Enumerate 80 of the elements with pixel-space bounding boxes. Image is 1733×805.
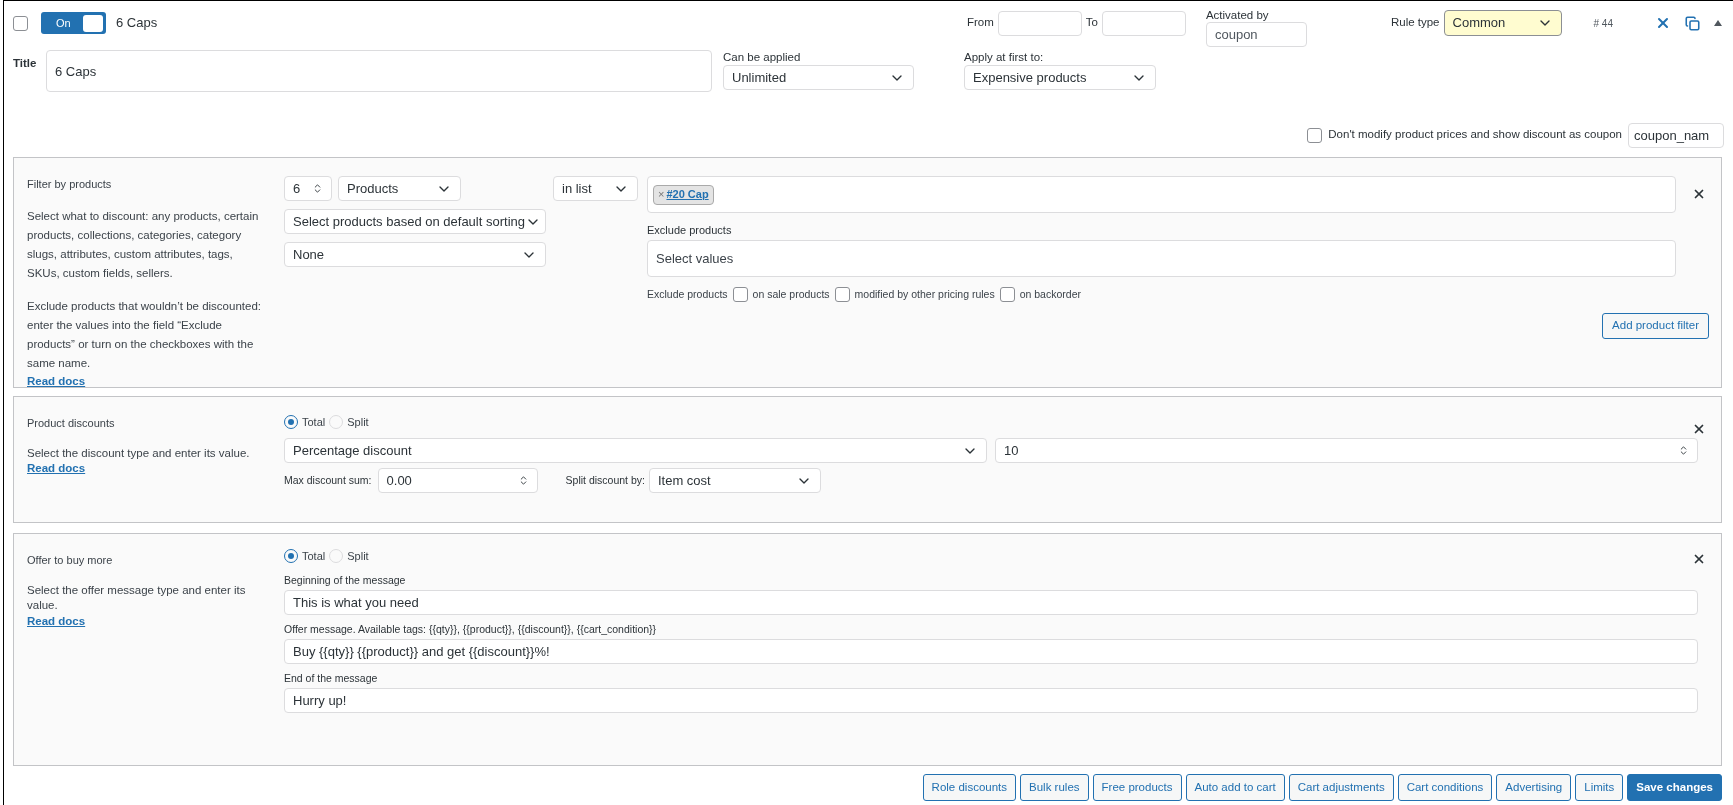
field-label: Beginning of the message [284, 573, 407, 587]
caret-up-icon[interactable] [1714, 20, 1722, 26]
operator-select[interactable]: in list [553, 176, 638, 201]
section-description: Select the offer message type and enter its value. [27, 582, 247, 613]
select-checkbox[interactable] [13, 15, 28, 31]
checkbox-label: on sale products [752, 287, 830, 302]
checkbox-label: on backorder [1019, 287, 1081, 302]
section-title: Product discounts [27, 416, 116, 431]
checkbox[interactable] [1307, 127, 1323, 143]
section-description: Exclude products that wouldn’t be discounted: enter the values into the field “Exclude products” or turn on the checkboxes with the same name. [27, 298, 262, 371]
exclude-checks-label: Exclude products [647, 287, 728, 302]
section-button[interactable]: Advertising [1496, 774, 1572, 801]
close-icon[interactable] [1692, 422, 1706, 436]
split-discount-label: Split discount by: [565, 472, 645, 488]
rule-name: 6 Caps [116, 14, 158, 32]
message-field[interactable]: Hurry up! [284, 688, 1698, 713]
products-tag-field[interactable]: × #20 Cap [647, 176, 1676, 213]
apply-at-first-label: Apply at first to: [964, 50, 1045, 65]
section-button[interactable]: Free products [1092, 774, 1182, 801]
activated-by-label: Activated by [1205, 7, 1270, 22]
checkbox[interactable] [999, 287, 1015, 303]
section-button[interactable]: Cart conditions [1397, 774, 1493, 801]
close-icon[interactable] [1692, 187, 1706, 201]
max-discount-field[interactable]: 0.00 [377, 468, 538, 493]
can-be-applied-label: Can be applied [723, 50, 802, 65]
coupon-option-label: Don't modify product prices and show discount as coupon [1328, 127, 1622, 143]
section-button[interactable]: Cart adjustments [1288, 774, 1394, 801]
section-button[interactable]: Limits [1575, 774, 1624, 801]
checkbox-label: modified by other pricing rules [854, 287, 995, 302]
spinner-icon [312, 183, 323, 194]
section-button[interactable]: Auto add to cart [1185, 774, 1285, 801]
activated-by-field[interactable]: coupon [1205, 21, 1307, 47]
radio-label: Total [302, 414, 326, 430]
sorting-select[interactable]: Select products based on default sorting [284, 209, 546, 234]
max-discount-label: Max discount sum: [284, 472, 372, 488]
radio-label: Split [347, 414, 369, 430]
checkbox[interactable] [834, 287, 850, 303]
title-label: Title [13, 56, 38, 71]
read-docs-link[interactable]: Read docs [27, 372, 86, 390]
message-field[interactable]: Buy {{qty}} {{product}} and get {{discount}}%! [284, 639, 1698, 664]
radio-label: Split [347, 548, 369, 564]
save-changes-button[interactable]: Save changes [1627, 774, 1722, 801]
to-label: To [1085, 15, 1098, 31]
section-description: Select the discount type and enter its value. [27, 445, 251, 460]
from-label: From [966, 15, 994, 31]
rule-id: # 44 [1593, 16, 1613, 31]
field-label: Offer message. Available tags: {{qty}}, {{product}}, {{discount}}, {{cart_condition}} [284, 622, 658, 636]
message-field[interactable]: This is what you need [284, 590, 1698, 615]
to-field[interactable] [1101, 10, 1186, 36]
discount-type-select[interactable]: Percentage discount [284, 438, 987, 463]
rule-type-select[interactable]: Common [1443, 10, 1562, 36]
coupon-name-field[interactable]: coupon_nam [1628, 122, 1724, 148]
exclude-products-field[interactable]: Select values [647, 240, 1676, 277]
section-title: Offer to buy more [27, 553, 114, 568]
apply-at-first-select[interactable]: Expensive products [964, 65, 1156, 90]
close-icon[interactable] [1692, 552, 1706, 566]
section-button[interactable]: Bulk rules [1020, 774, 1089, 801]
rule-type-label: Rule type [1390, 15, 1440, 31]
checkbox[interactable] [732, 287, 748, 303]
field-label: End of the message [284, 671, 379, 685]
exclude-products-label: Exclude products [647, 223, 733, 237]
read-docs-link[interactable]: Read docs [27, 612, 86, 630]
secondary-select[interactable]: None [284, 242, 546, 267]
product-type-select[interactable]: Products [338, 176, 461, 201]
title-field[interactable]: 6 Caps [46, 50, 712, 92]
section-button[interactable]: Role discounts [922, 774, 1017, 801]
discount-value-field[interactable]: 10 [995, 438, 1698, 463]
quantity-field[interactable]: 6 [284, 176, 332, 201]
can-be-applied-select[interactable]: Unlimited [723, 65, 914, 90]
from-field[interactable] [997, 10, 1082, 36]
add-product-filter-button[interactable]: Add product filter [1602, 312, 1709, 339]
radio-label: Total [302, 548, 326, 564]
section-title: Filter by products [27, 177, 113, 192]
read-docs-link[interactable]: Read docs [27, 459, 86, 477]
copy-icon[interactable] [1685, 15, 1700, 31]
spinner-icon [1678, 445, 1689, 456]
section-description: Select what to discount: any products, certain products, collections, categories, category slugs, attributes, custom attributes, tags, SKUs, custom fields, sellers. [27, 208, 260, 281]
toggle-switch[interactable]: On [41, 12, 106, 34]
split-discount-select[interactable]: Item cost [648, 468, 821, 493]
product-tag[interactable]: × #20 Cap [653, 184, 714, 205]
